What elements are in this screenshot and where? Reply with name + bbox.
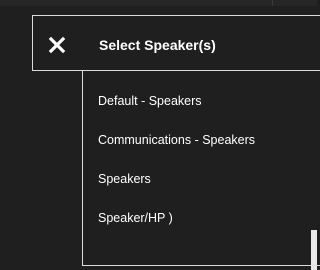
close-icon [48, 36, 66, 54]
flyout-body: Default - Speakers Communications - Spea… [82, 70, 320, 266]
flyout-title: Select Speaker(s) [99, 37, 216, 53]
background-top-strip [0, 0, 317, 6]
flyout-header: Select Speaker(s) [32, 15, 320, 71]
close-button[interactable] [46, 34, 68, 56]
speaker-option-communications[interactable]: Communications - Speakers [98, 131, 255, 150]
speaker-select-flyout: Select Speaker(s) Default - Speakers Com… [32, 15, 320, 266]
background-divider [272, 0, 273, 6]
speaker-list: Default - Speakers Communications - Spea… [98, 92, 255, 248]
speaker-option-speakers[interactable]: Speakers [98, 170, 255, 189]
speaker-option-default[interactable]: Default - Speakers [98, 92, 255, 111]
speaker-option-speaker-hp[interactable]: Speaker/HP ) [98, 209, 255, 228]
